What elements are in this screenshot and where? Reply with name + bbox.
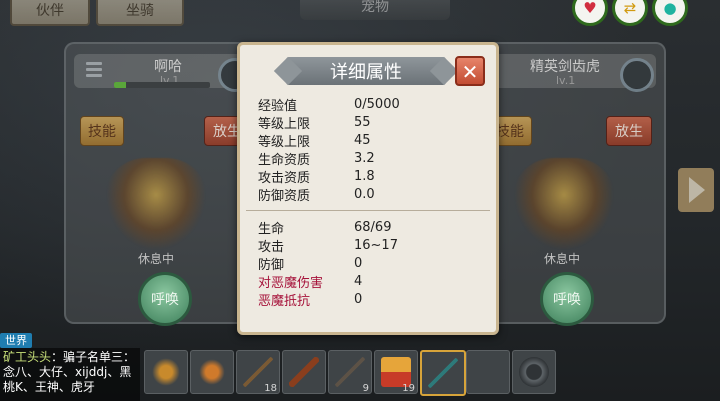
- left-pet-status: 休息中: [138, 252, 175, 266]
- stat-value: 0: [354, 255, 363, 271]
- stat-row: 经验值 0/5000: [258, 95, 478, 114]
- left-pet-hp-bar: [114, 82, 210, 88]
- hotbar-slot[interactable]: 18: [236, 350, 280, 394]
- hotbar-slot[interactable]: 9: [328, 350, 372, 394]
- stat-row: 生命资质 3.2: [258, 149, 478, 168]
- heart-icon: ♥: [583, 0, 597, 17]
- next-arrow-icon[interactable]: [678, 168, 714, 212]
- left-pet-creature: [106, 158, 206, 250]
- stat-label: 等级上限: [258, 116, 311, 132]
- left-pet-name: 啊哈: [154, 59, 182, 75]
- hotbar-slot[interactable]: [512, 350, 556, 394]
- hotbar-slot[interactable]: [190, 350, 234, 394]
- stat-label: 等级上限: [258, 134, 311, 150]
- stat-row: 等级上限 45: [258, 131, 478, 150]
- hotbar-slot[interactable]: [144, 350, 188, 394]
- spear-icon: [335, 357, 365, 387]
- sword-icon: [428, 358, 458, 388]
- stat-row: 等级上限 55: [258, 113, 478, 132]
- stat-row: 攻击资质 1.8: [258, 167, 478, 186]
- chat-sender[interactable]: 矿工头头: [3, 350, 51, 364]
- bird-icon: [197, 357, 227, 387]
- stats-divider: [246, 210, 490, 211]
- stats-list: 经验值 0/5000 等级上限 55 等级上限 45 生命资质 3.2 攻击资质 1.8 …: [246, 95, 490, 309]
- stat-value: 45: [354, 132, 371, 148]
- right-pet-level: lv.1: [556, 74, 576, 87]
- stat-label: 经验值: [258, 98, 298, 114]
- stat-value: 3.2: [354, 150, 375, 166]
- stat-value: 1.8: [354, 168, 375, 184]
- dialog-title: 详细属性: [330, 62, 402, 83]
- search-ring-icon[interactable]: [620, 58, 654, 92]
- close-button[interactable]: ✕: [455, 56, 485, 86]
- left-skill-button[interactable]: 技能: [80, 116, 124, 146]
- chat-box[interactable]: 矿工头头：骗子名单三：念八、大仔、xijddj、黑桃K、王神、虎牙: [0, 348, 140, 401]
- right-summon-button[interactable]: 呼唤: [540, 272, 594, 326]
- tab-pet-label: 宠物: [361, 0, 389, 15]
- gear-icon: [519, 357, 549, 387]
- hotbar-slot[interactable]: [466, 350, 510, 394]
- hotbar-slot[interactable]: [282, 350, 326, 394]
- stat-row: 生命 68/69: [258, 218, 478, 237]
- rope-icon: [151, 357, 181, 387]
- hotbar-slot[interactable]: 19: [374, 350, 418, 394]
- dialog-title-banner: 详细属性: [286, 57, 446, 85]
- right-release-button[interactable]: 放生: [606, 116, 652, 146]
- menu-icon[interactable]: [86, 62, 102, 80]
- stat-row: 攻击 16~17: [258, 236, 478, 255]
- swap-icon: ⇄: [623, 0, 637, 17]
- stat-label: 恶魔抵抗: [258, 293, 311, 309]
- tab-mount[interactable]: 坐骑: [96, 0, 184, 26]
- detail-attributes-dialog: 详细属性 ✕ 经验值 0/5000 等级上限 55 等级上限 45 生命资质 3.2 攻…: [237, 42, 499, 335]
- stat-row: 对恶魔伤害 4: [258, 272, 478, 291]
- stat-label: 生命资质: [258, 152, 311, 168]
- stat-row: 恶魔抵抗 0: [258, 290, 478, 309]
- stat-value: 0/5000: [354, 96, 400, 112]
- tab-pet[interactable]: 宠物: [300, 0, 450, 20]
- right-pet-creature: [514, 158, 614, 250]
- tab-partner-label: 伙伴: [36, 3, 64, 19]
- hotbar-slot-selected[interactable]: [420, 350, 466, 396]
- stat-label: 防御资质: [258, 188, 311, 204]
- stat-label: 攻击: [258, 239, 285, 255]
- stat-value: 4: [354, 273, 363, 289]
- stat-value: 0: [354, 291, 363, 307]
- stat-label: 攻击资质: [258, 170, 311, 186]
- tab-mount-label: 坐骑: [126, 3, 154, 19]
- stat-value: 16~17: [354, 237, 398, 253]
- left-summon-button[interactable]: 呼唤: [138, 272, 192, 326]
- stat-row: 防御资质 0.0: [258, 185, 478, 204]
- stat-label: 生命: [258, 221, 285, 237]
- stat-label: 防御: [258, 257, 285, 273]
- stat-row: 防御 0: [258, 254, 478, 273]
- torch-icon: [289, 357, 319, 387]
- close-icon: ✕: [461, 60, 479, 84]
- left-pet-hp-fill: [114, 82, 126, 88]
- right-pet-name: 精英剑齿虎: [530, 59, 600, 75]
- right-pet-status: 休息中: [544, 252, 581, 266]
- water-icon: ●: [663, 0, 677, 17]
- tab-partner[interactable]: 伙伴: [10, 0, 90, 26]
- stat-value: 68/69: [354, 219, 392, 235]
- stat-value: 55: [354, 114, 371, 130]
- world-channel-tag[interactable]: 世界: [0, 333, 32, 348]
- stat-label: 对恶魔伤害: [258, 275, 324, 291]
- stat-value: 0.0: [354, 186, 375, 202]
